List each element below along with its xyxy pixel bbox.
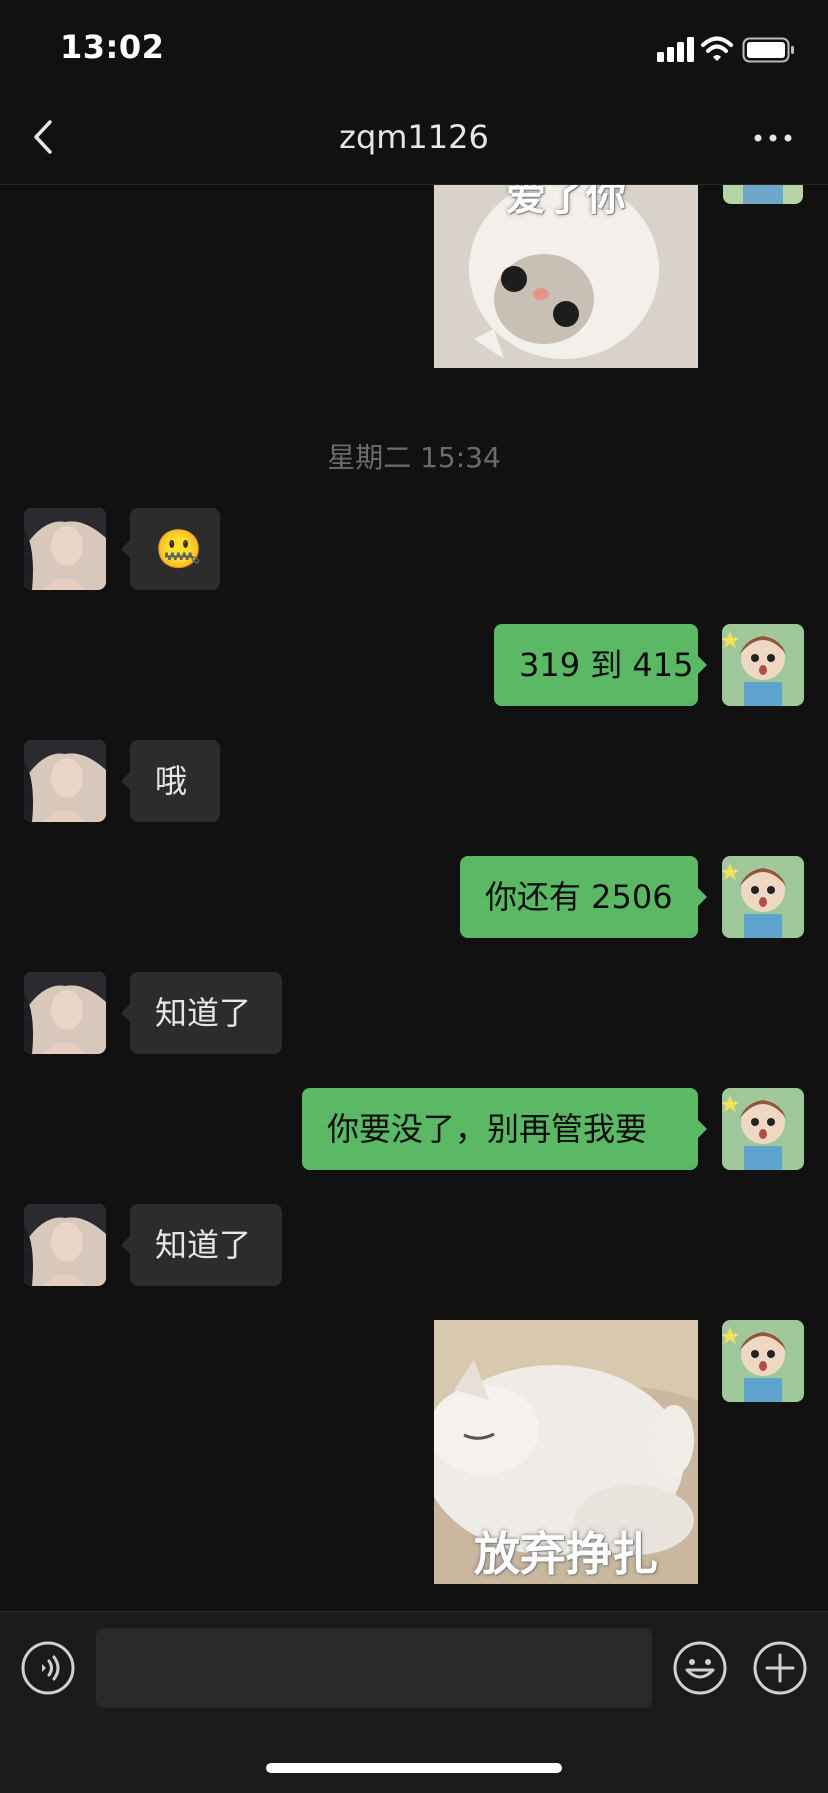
outgoing-text-message[interactable]: 你还有 2506 xyxy=(460,856,707,938)
zipper-mouth-emoji: 🤐 xyxy=(155,527,203,571)
status-bar: 13:02 xyxy=(0,0,828,92)
my-avatar[interactable] xyxy=(722,1088,804,1170)
contact-avatar[interactable] xyxy=(24,740,106,822)
contact-avatar[interactable] xyxy=(24,1204,106,1286)
chat-title: zqm1126 xyxy=(339,118,489,156)
incoming-text-message[interactable]: 哦 xyxy=(121,740,220,822)
contact-avatar[interactable] xyxy=(24,508,106,590)
home-indicator[interactable] xyxy=(266,1763,562,1773)
voice-icon[interactable] xyxy=(20,1640,76,1696)
battery-icon xyxy=(742,37,794,63)
chat-message-list[interactable]: 爱了你 星期二 15:34 🤐 319 到 415 哦 你还有 2506 知道了… xyxy=(0,184,828,1611)
sticker-caption: 爱了你 xyxy=(506,184,626,220)
message-input[interactable] xyxy=(96,1628,652,1708)
smiley-icon[interactable] xyxy=(672,1640,728,1696)
more-options-button[interactable] xyxy=(748,118,798,158)
message-timestamp: 星期二 15:34 xyxy=(327,441,501,474)
outgoing-text-message[interactable]: 你要没了，别再管我要 xyxy=(302,1088,707,1170)
cat-sticker-message[interactable]: 放弃挣扎 xyxy=(434,1320,698,1584)
status-time: 13:02 xyxy=(60,28,165,66)
incoming-text-message[interactable]: 知道了 xyxy=(121,972,282,1054)
contact-avatar[interactable] xyxy=(24,972,106,1054)
sticker-caption: 放弃挣扎 xyxy=(474,1527,658,1581)
wifi-icon xyxy=(701,36,733,61)
chat-header: zqm1126 xyxy=(0,92,828,185)
my-avatar[interactable] xyxy=(722,624,804,706)
my-avatar[interactable] xyxy=(722,856,804,938)
my-avatar[interactable] xyxy=(722,1320,804,1402)
signal-icon xyxy=(657,37,694,62)
my-avatar[interactable] xyxy=(723,184,803,204)
outgoing-text-message[interactable]: 319 到 415 xyxy=(494,624,707,706)
plus-circle-icon[interactable] xyxy=(752,1640,808,1696)
cat-sticker-message[interactable]: 爱了你 xyxy=(434,184,698,368)
incoming-text-message[interactable]: 知道了 xyxy=(121,1204,282,1286)
incoming-emoji-message[interactable]: 🤐 xyxy=(121,508,220,590)
